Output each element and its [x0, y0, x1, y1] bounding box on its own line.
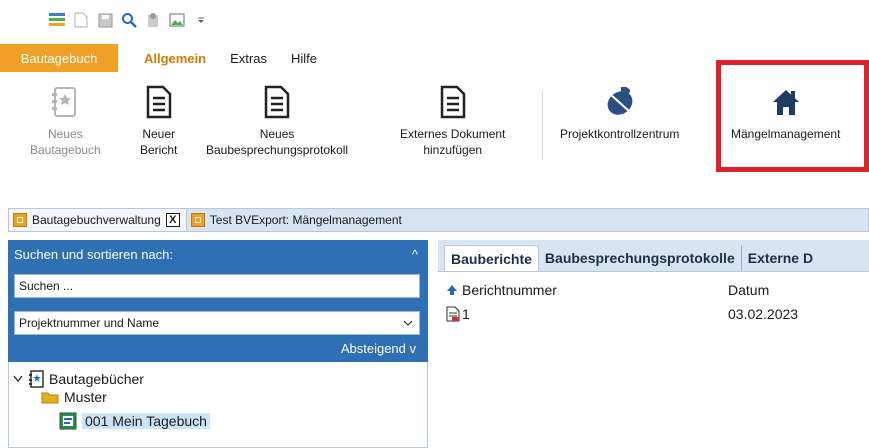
doctab-bautagebuchverwaltung[interactable]: Bautagebuchverwaltung X: [9, 209, 187, 231]
sort-order-toggle[interactable]: Absteigend v: [341, 341, 416, 356]
save-icon[interactable]: [96, 11, 114, 29]
tree-root-label: Bautagebücher: [49, 371, 144, 387]
diary-book-icon: [59, 412, 77, 430]
doctab-label: Bautagebuchverwaltung: [32, 213, 161, 227]
new-report-icon: [142, 84, 176, 120]
new-document-icon[interactable]: [72, 11, 90, 29]
tab-externe-dokumente[interactable]: Externe D: [742, 245, 819, 271]
search-sort-panel: Suchen und sortieren nach: ^ Suchen ... …: [8, 240, 428, 362]
new-protocol-icon: [260, 84, 294, 120]
tree-item-mein-tagebuch[interactable]: 001 Mein Tagebuch: [59, 412, 210, 430]
doctab-label: Test BVExport: Mängelmanagement: [209, 213, 402, 227]
close-icon[interactable]: X: [165, 213, 180, 227]
report-icon: [446, 306, 460, 322]
report-type-tabs: Bauberichte Baubesprechungsprotokolle Ex…: [438, 240, 869, 272]
tree-root[interactable]: Bautagebücher: [13, 370, 144, 388]
column-label: Datum: [728, 282, 770, 298]
diary-tree: Bautagebücher Muster 001 Mein Tagebuch: [8, 362, 428, 448]
new-protocol-label-1: Neues: [259, 127, 295, 141]
search-placeholder: Suchen ...: [19, 279, 74, 293]
chevron-down-icon: [403, 320, 413, 326]
chevron-down-icon[interactable]: [13, 375, 23, 383]
project-control-center-label: Projektkontrollzentrum: [560, 127, 680, 141]
report-date-cell: 03.02.2023: [728, 306, 798, 322]
tab-allgemein[interactable]: Allgemein: [132, 44, 218, 72]
quick-access-toolbar: [48, 8, 210, 32]
reports-panel: Bauberichte Baubesprechungsprotokolle Ex…: [438, 240, 869, 448]
new-report-button[interactable]: Neuer Bericht: [140, 84, 177, 158]
app-tab-icon: [13, 213, 27, 227]
add-external-document-icon: [436, 84, 470, 120]
new-report-label-1: Neuer: [142, 127, 176, 141]
new-protocol-label-2: Baubesprechungsprotokoll: [206, 143, 349, 157]
tab-bautagebuch[interactable]: Bautagebuch: [0, 44, 118, 72]
table-row[interactable]: 1: [446, 306, 470, 322]
add-external-document-label-1: Externes Dokument: [400, 127, 506, 141]
new-diary-icon: [48, 84, 82, 120]
tab-baubesprechungsprotokolle[interactable]: Baubesprechungsprotokolle: [539, 245, 742, 271]
add-external-document-label-2: hinzufügen: [423, 143, 483, 157]
doctab-maengelmanagement[interactable]: Test BVExport: Mängelmanagement: [187, 209, 408, 231]
new-protocol-button[interactable]: Neues Baubesprechungsprotokoll: [206, 84, 348, 158]
new-report-label-2: Bericht: [140, 143, 178, 157]
sort-field-select[interactable]: Projektnummer und Name: [14, 311, 420, 335]
image-icon[interactable]: [168, 11, 186, 29]
ribbon-separator: [542, 90, 543, 160]
column-label: Berichtnummer: [462, 282, 557, 298]
tree-item-label: Muster: [64, 390, 107, 404]
sort-ascending-icon: [447, 285, 457, 295]
app-tree-icon[interactable]: [48, 11, 66, 29]
column-berichtnummer[interactable]: Berichtnummer: [446, 282, 557, 298]
sort-field-value: Projektnummer und Name: [19, 316, 160, 330]
tools-icon[interactable]: [144, 11, 162, 29]
column-datum[interactable]: Datum: [728, 282, 769, 298]
highlight-defect-management: [716, 60, 869, 172]
customize-dropdown-icon[interactable]: [192, 11, 210, 29]
search-input[interactable]: Suchen ...: [14, 274, 420, 298]
document-tab-bar: Bautagebuchverwaltung X Test BVExport: M…: [8, 208, 869, 232]
diary-root-icon: [29, 370, 44, 388]
collapse-icon[interactable]: ^: [412, 247, 418, 262]
search-sort-title: Suchen und sortieren nach:: [14, 246, 173, 262]
tab-bauberichte[interactable]: Bauberichte: [444, 245, 539, 271]
report-date: 03.02.2023: [728, 306, 799, 322]
new-diary-button[interactable]: Neues Bautagebuch: [30, 84, 101, 158]
project-control-center-button[interactable]: Projektkontrollzentrum: [560, 84, 679, 142]
app-tab-icon: [190, 213, 205, 227]
satellite-icon: [603, 84, 637, 120]
report-number: 1: [462, 306, 470, 322]
tree-item-muster[interactable]: Muster: [41, 390, 107, 404]
new-diary-label-2: Bautagebuch: [30, 143, 101, 157]
search-icon[interactable]: [120, 11, 138, 29]
add-external-document-button[interactable]: Externes Dokument hinzufügen: [400, 84, 505, 158]
new-diary-label-1: Neues: [48, 127, 83, 141]
tab-hilfe[interactable]: Hilfe: [279, 44, 329, 72]
search-sort-header[interactable]: Suchen und sortieren nach: ^: [8, 240, 428, 268]
tab-extras[interactable]: Extras: [218, 44, 279, 72]
tree-item-label: 001 Mein Tagebuch: [82, 413, 210, 429]
folder-icon: [41, 392, 59, 404]
